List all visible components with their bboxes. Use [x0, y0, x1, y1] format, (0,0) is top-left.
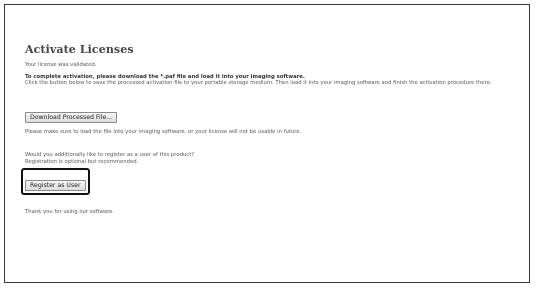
instruction-text: Click the button below to save the proce…	[25, 80, 492, 87]
register-button-highlight: Register as User	[21, 167, 90, 195]
dialog-frame: Activate Licenses Your license was valid…	[4, 4, 530, 283]
thank-you-message: Thank you for using our software.	[25, 208, 115, 215]
register-note: Registration is optional but recommended…	[25, 158, 139, 165]
register-question: Would you additionally like to register …	[25, 152, 195, 159]
page-content: Activate Licenses Your license was valid…	[21, 43, 525, 215]
page-title: Activate Licenses	[25, 43, 134, 56]
instruction-heading: To complete activation, please download …	[25, 73, 305, 80]
register-as-user-button[interactable]: Register as User	[25, 179, 86, 191]
load-file-warning: Please make sure to load the file into y…	[25, 128, 302, 135]
download-button-row: Download Processed File...	[25, 104, 525, 123]
validated-message: Your license was validated.	[25, 62, 97, 68]
download-processed-file-button[interactable]: Download Processed File...	[25, 111, 118, 123]
